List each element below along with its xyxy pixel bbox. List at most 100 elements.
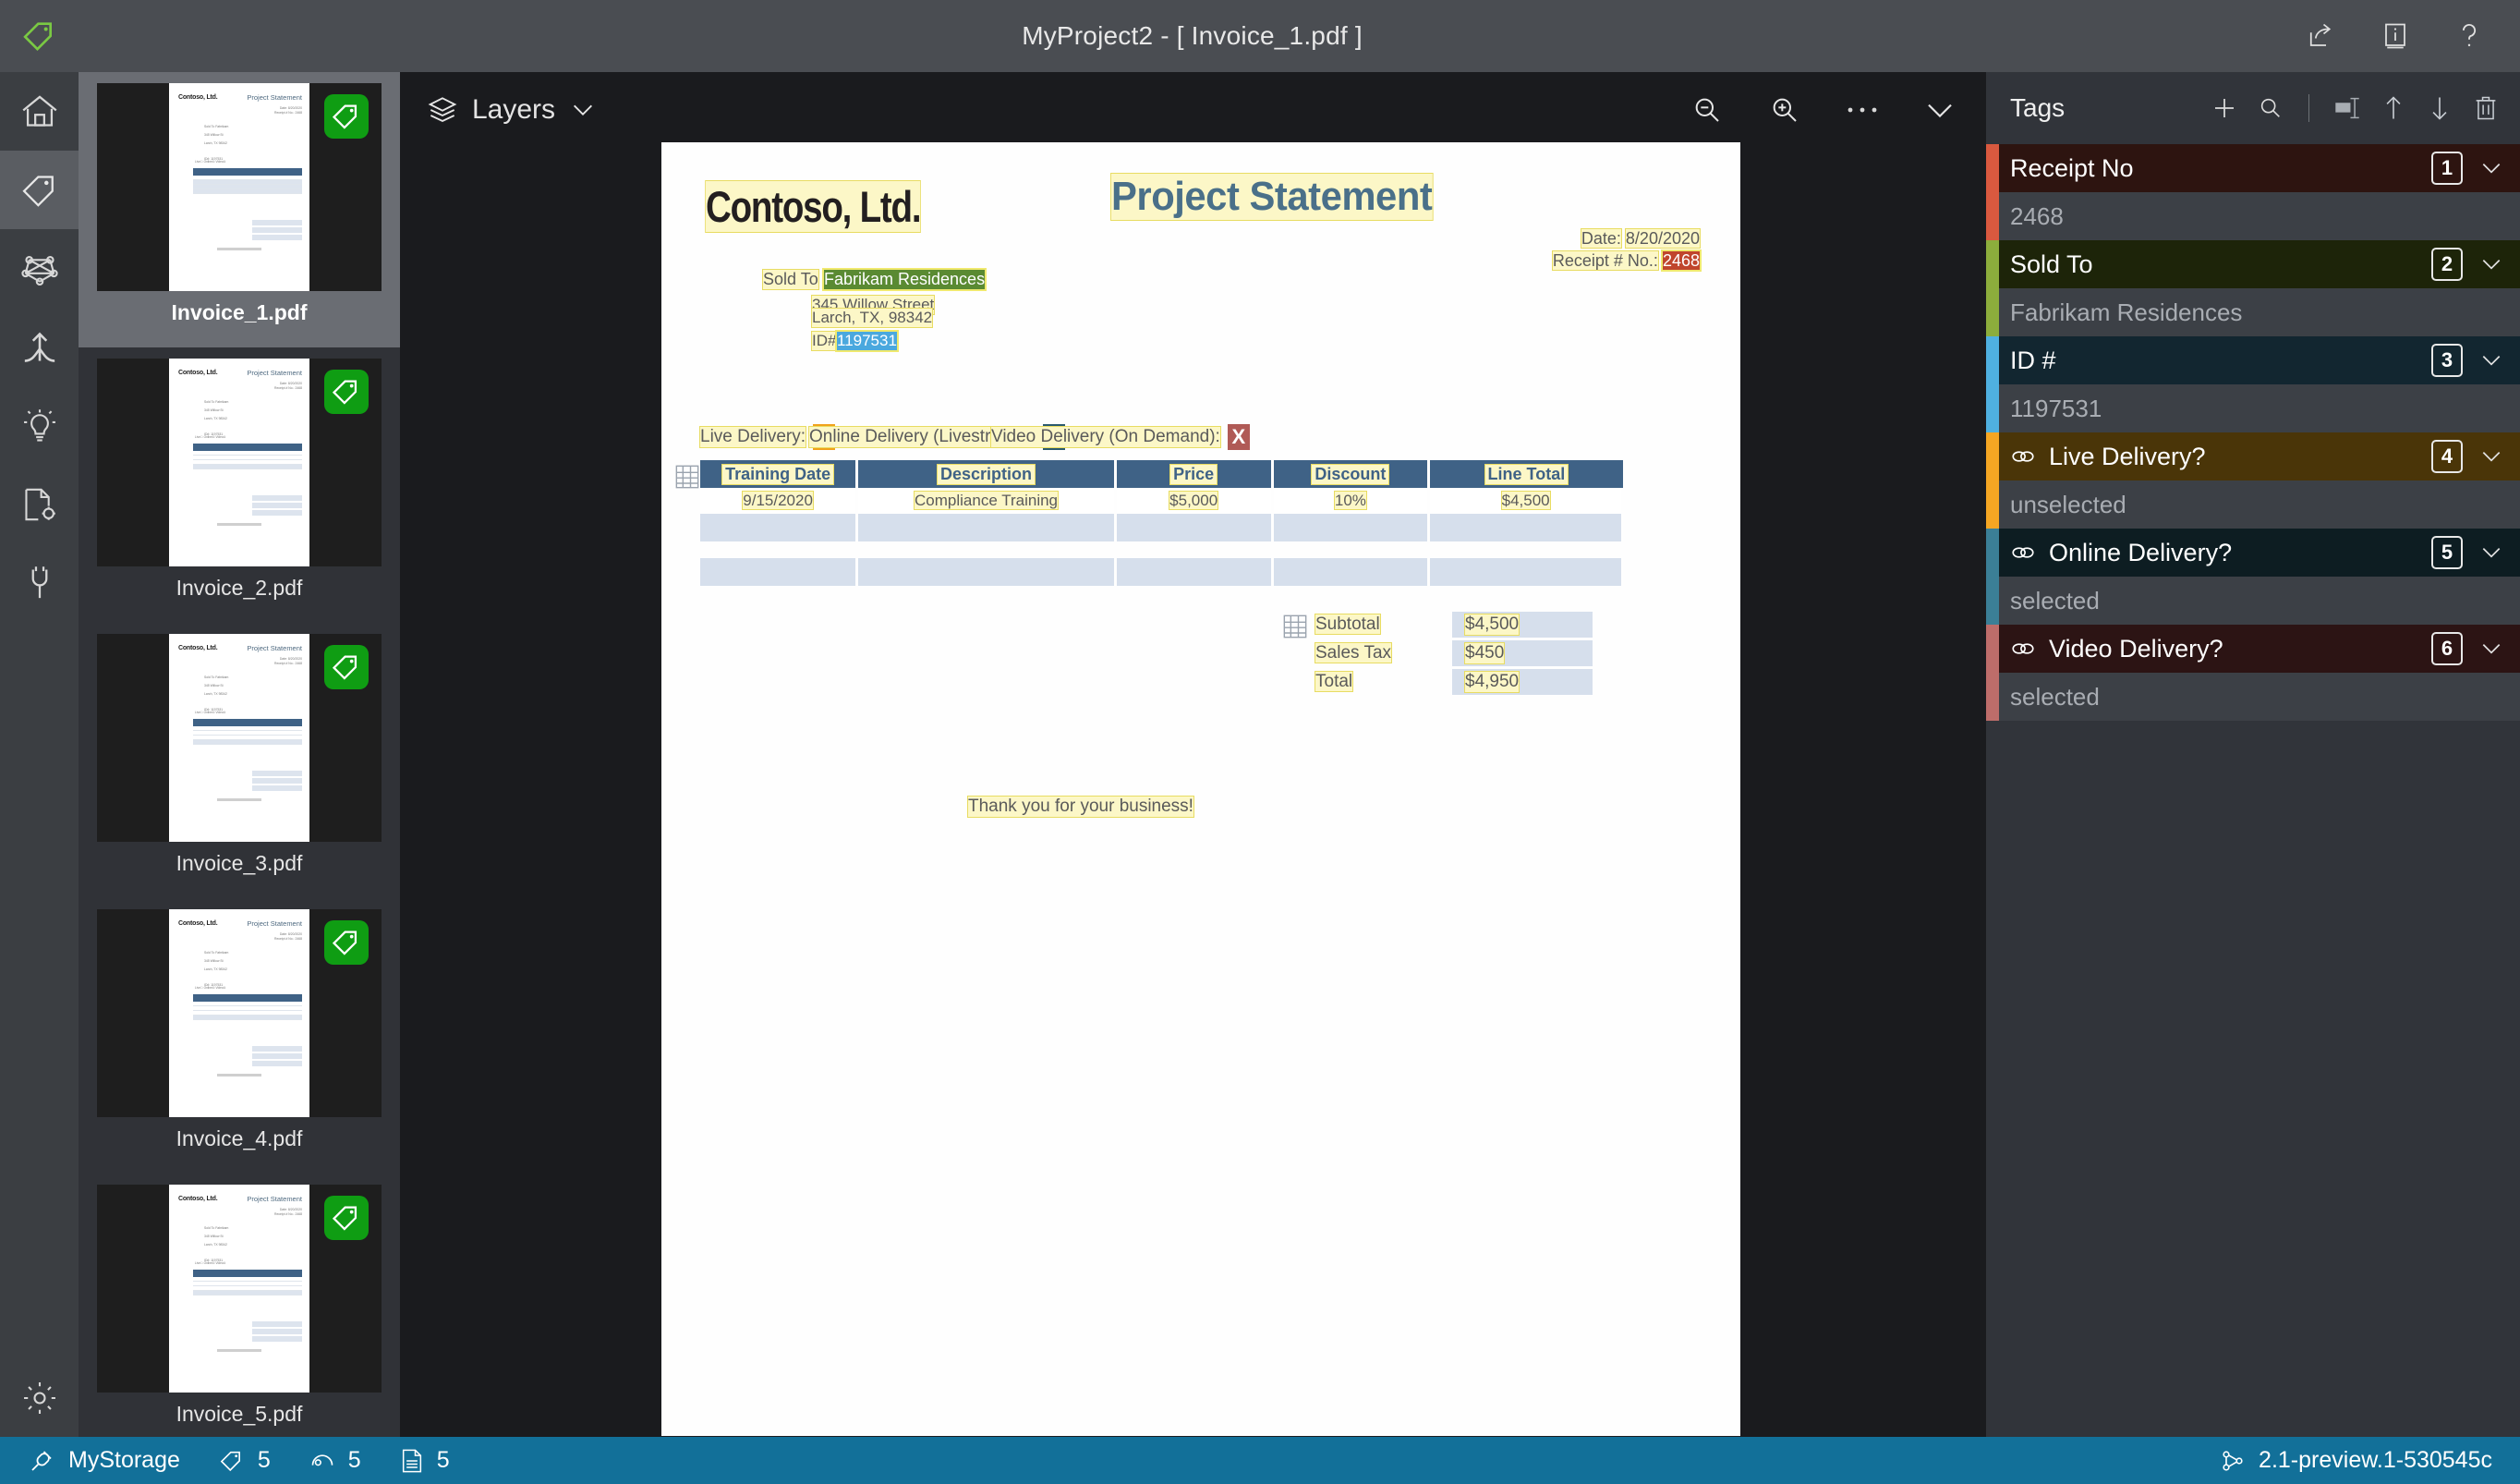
totals-value[interactable]: $4,950 bbox=[1452, 669, 1593, 695]
sidebar-item-tag-editor[interactable] bbox=[0, 151, 79, 229]
totals-value[interactable]: $4,500 bbox=[1452, 612, 1593, 638]
thumbnail-item[interactable]: Contoso, Ltd. Project Statement Date: 8/20… bbox=[79, 347, 400, 623]
ellipsis-icon[interactable] bbox=[1844, 91, 1881, 128]
tag-chevron-down-icon[interactable] bbox=[2479, 352, 2503, 369]
table-cell[interactable] bbox=[856, 558, 1117, 586]
table-empty-row[interactable] bbox=[700, 514, 1624, 541]
totals-label[interactable]: Total bbox=[1314, 671, 1452, 692]
tag-value[interactable]: selected bbox=[1986, 577, 2520, 625]
thumbnail-preview[interactable]: Contoso, Ltd. Project Statement Date: 8/20… bbox=[97, 83, 382, 291]
doc-sold-to-label[interactable]: Sold To bbox=[762, 269, 819, 290]
status-connection[interactable]: MyStorage bbox=[28, 1447, 180, 1475]
tag-chevron-down-icon[interactable] bbox=[2479, 256, 2503, 273]
tag-header[interactable]: Live Delivery? 4 bbox=[1986, 432, 2520, 480]
sidebar-item-settings[interactable] bbox=[0, 1358, 79, 1437]
thumbnail-item[interactable]: Contoso, Ltd. Project Statement Date: 8/20… bbox=[79, 72, 400, 347]
totals-grid-icon[interactable] bbox=[1282, 614, 1308, 639]
table-cell[interactable] bbox=[1115, 514, 1274, 541]
status-version[interactable]: 2.1-preview.1-530545c bbox=[2220, 1447, 2492, 1474]
tag-header[interactable]: Video Delivery? 6 bbox=[1986, 625, 2520, 673]
tag-chevron-down-icon[interactable] bbox=[2479, 160, 2503, 176]
rename-tag-icon[interactable] bbox=[2333, 94, 2361, 122]
tag-header[interactable]: ID # 3 bbox=[1986, 336, 2520, 384]
doc-id-value[interactable]: 1197531 bbox=[835, 330, 899, 352]
totals-value[interactable]: $450 bbox=[1452, 640, 1593, 666]
tag-value[interactable]: selected bbox=[1986, 673, 2520, 721]
doc-checkbox[interactable]: X bbox=[1227, 424, 1250, 450]
thumbnail-item[interactable]: Contoso, Ltd. Project Statement Date: 8/20… bbox=[79, 898, 400, 1174]
table-cell[interactable] bbox=[1428, 558, 1624, 586]
table-cell[interactable] bbox=[1115, 558, 1274, 586]
thumbnail-preview[interactable]: Contoso, Ltd. Project Statement Date: 8/20… bbox=[97, 359, 382, 566]
doc-address-line2[interactable]: Larch, TX, 98342 bbox=[810, 308, 934, 328]
table-cell[interactable] bbox=[1272, 514, 1431, 541]
zoom-in-icon[interactable] bbox=[1766, 91, 1803, 128]
table-cell[interactable]: 9/15/2020 bbox=[700, 488, 859, 514]
sidebar-item-home[interactable] bbox=[0, 72, 79, 151]
table-cell[interactable]: 10% bbox=[1272, 488, 1431, 514]
status-tag-count[interactable]: 5 bbox=[219, 1447, 271, 1474]
move-up-icon[interactable] bbox=[2380, 94, 2407, 122]
doc-title[interactable]: Project Statement bbox=[1110, 173, 1434, 221]
thumbnail-item[interactable]: Contoso, Ltd. Project Statement Date: 8/20… bbox=[79, 1174, 400, 1437]
doc-receipt-label[interactable]: Receipt # No.: bbox=[1551, 250, 1659, 271]
tag-header[interactable]: Receipt No 1 bbox=[1986, 144, 2520, 192]
tag-value[interactable]: 2468 bbox=[1986, 192, 2520, 240]
tag-header[interactable]: Sold To 2 bbox=[1986, 240, 2520, 288]
totals-label[interactable]: Sales Tax bbox=[1314, 642, 1452, 663]
table-column-header[interactable]: Description bbox=[856, 460, 1117, 488]
status-doc-count[interactable]: 5 bbox=[400, 1447, 450, 1474]
tag-chevron-down-icon[interactable] bbox=[2479, 448, 2503, 465]
table-cell[interactable]: $4,500 bbox=[1428, 488, 1624, 514]
totals-label[interactable]: Subtotal bbox=[1315, 614, 1452, 635]
doc-footer-message[interactable]: Thank you for your business! bbox=[967, 796, 1194, 818]
doc-checkbox-label[interactable]: Video Delivery (On Demand): bbox=[990, 426, 1221, 448]
tag-item[interactable]: ID # 3 1197531 bbox=[1986, 336, 2520, 432]
tag-item[interactable]: Online Delivery? 5 selected bbox=[1986, 529, 2520, 625]
doc-line-items-table[interactable]: Training Date Description Price Discount Lin… bbox=[700, 460, 1624, 586]
sidebar-item-train[interactable] bbox=[0, 308, 79, 386]
thumbnail-item[interactable]: Contoso, Ltd. Project Statement Date: 8/20… bbox=[79, 623, 400, 898]
share-icon[interactable] bbox=[2306, 20, 2337, 52]
help-question-icon[interactable] bbox=[2453, 20, 2485, 52]
table-cell[interactable]: $5,000 bbox=[1115, 488, 1274, 514]
tag-value[interactable]: Fabrikam Residences bbox=[1986, 288, 2520, 336]
tag-value[interactable]: unselected bbox=[1986, 480, 2520, 529]
table-cell[interactable] bbox=[856, 514, 1117, 541]
table-column-header[interactable]: Line Total bbox=[1428, 460, 1623, 488]
tag-chevron-down-icon[interactable] bbox=[2479, 544, 2503, 561]
table-cell[interactable] bbox=[1428, 514, 1624, 541]
doc-checkbox-label[interactable]: Live Delivery: bbox=[698, 426, 807, 448]
doc-date-label[interactable]: Date: bbox=[1580, 228, 1622, 249]
add-tag-icon[interactable] bbox=[2211, 94, 2238, 122]
doc-receipt-value[interactable]: 2468 bbox=[1660, 249, 1702, 272]
table-row[interactable]: 9/15/2020 Compliance Training $5,000 10% $4,… bbox=[700, 488, 1624, 514]
table-column-header[interactable]: Training Date bbox=[700, 460, 859, 488]
tag-item[interactable]: Receipt No 1 2468 bbox=[1986, 144, 2520, 240]
table-empty-row[interactable] bbox=[700, 558, 1624, 586]
zoom-out-icon[interactable] bbox=[1689, 91, 1726, 128]
document-thumbnail-list[interactable]: Contoso, Ltd. Project Statement Date: 8/20… bbox=[79, 72, 400, 1437]
tag-chevron-down-icon[interactable] bbox=[2479, 640, 2503, 657]
thumbnail-preview[interactable]: Contoso, Ltd. Project Statement Date: 8/20… bbox=[97, 1185, 382, 1393]
tag-item[interactable]: Live Delivery? 4 unselected bbox=[1986, 432, 2520, 529]
sidebar-item-predict[interactable] bbox=[0, 386, 79, 465]
table-column-header[interactable]: Discount bbox=[1272, 460, 1431, 488]
tags-list[interactable]: Receipt No 1 2468 Sold To 2 Fabrikam Residenc… bbox=[1986, 144, 2520, 721]
collapse-chevron-down-icon[interactable] bbox=[1921, 91, 1958, 128]
tag-item[interactable]: Sold To 2 Fabrikam Residences bbox=[1986, 240, 2520, 336]
search-tag-icon[interactable] bbox=[2257, 94, 2284, 122]
table-cell[interactable] bbox=[1272, 558, 1431, 586]
tag-header[interactable]: Online Delivery? 5 bbox=[1986, 529, 2520, 577]
move-down-icon[interactable] bbox=[2426, 94, 2453, 122]
layers-dropdown-button[interactable]: Layers bbox=[428, 94, 596, 126]
table-grid-icon[interactable] bbox=[674, 464, 700, 490]
doc-date-value[interactable]: 8/20/2020 bbox=[1624, 228, 1702, 249]
delete-tag-icon[interactable] bbox=[2472, 94, 2500, 122]
sidebar-item-connections[interactable] bbox=[0, 543, 79, 622]
thumbnail-preview[interactable]: Contoso, Ltd. Project Statement Date: 8/20… bbox=[97, 634, 382, 842]
tag-value[interactable]: 1197531 bbox=[1986, 384, 2520, 432]
doc-company-logo[interactable]: Contoso, Ltd. bbox=[705, 180, 922, 233]
doc-sold-to-value[interactable]: Fabrikam Residences bbox=[821, 268, 987, 291]
sidebar-item-document-settings[interactable] bbox=[0, 465, 79, 543]
